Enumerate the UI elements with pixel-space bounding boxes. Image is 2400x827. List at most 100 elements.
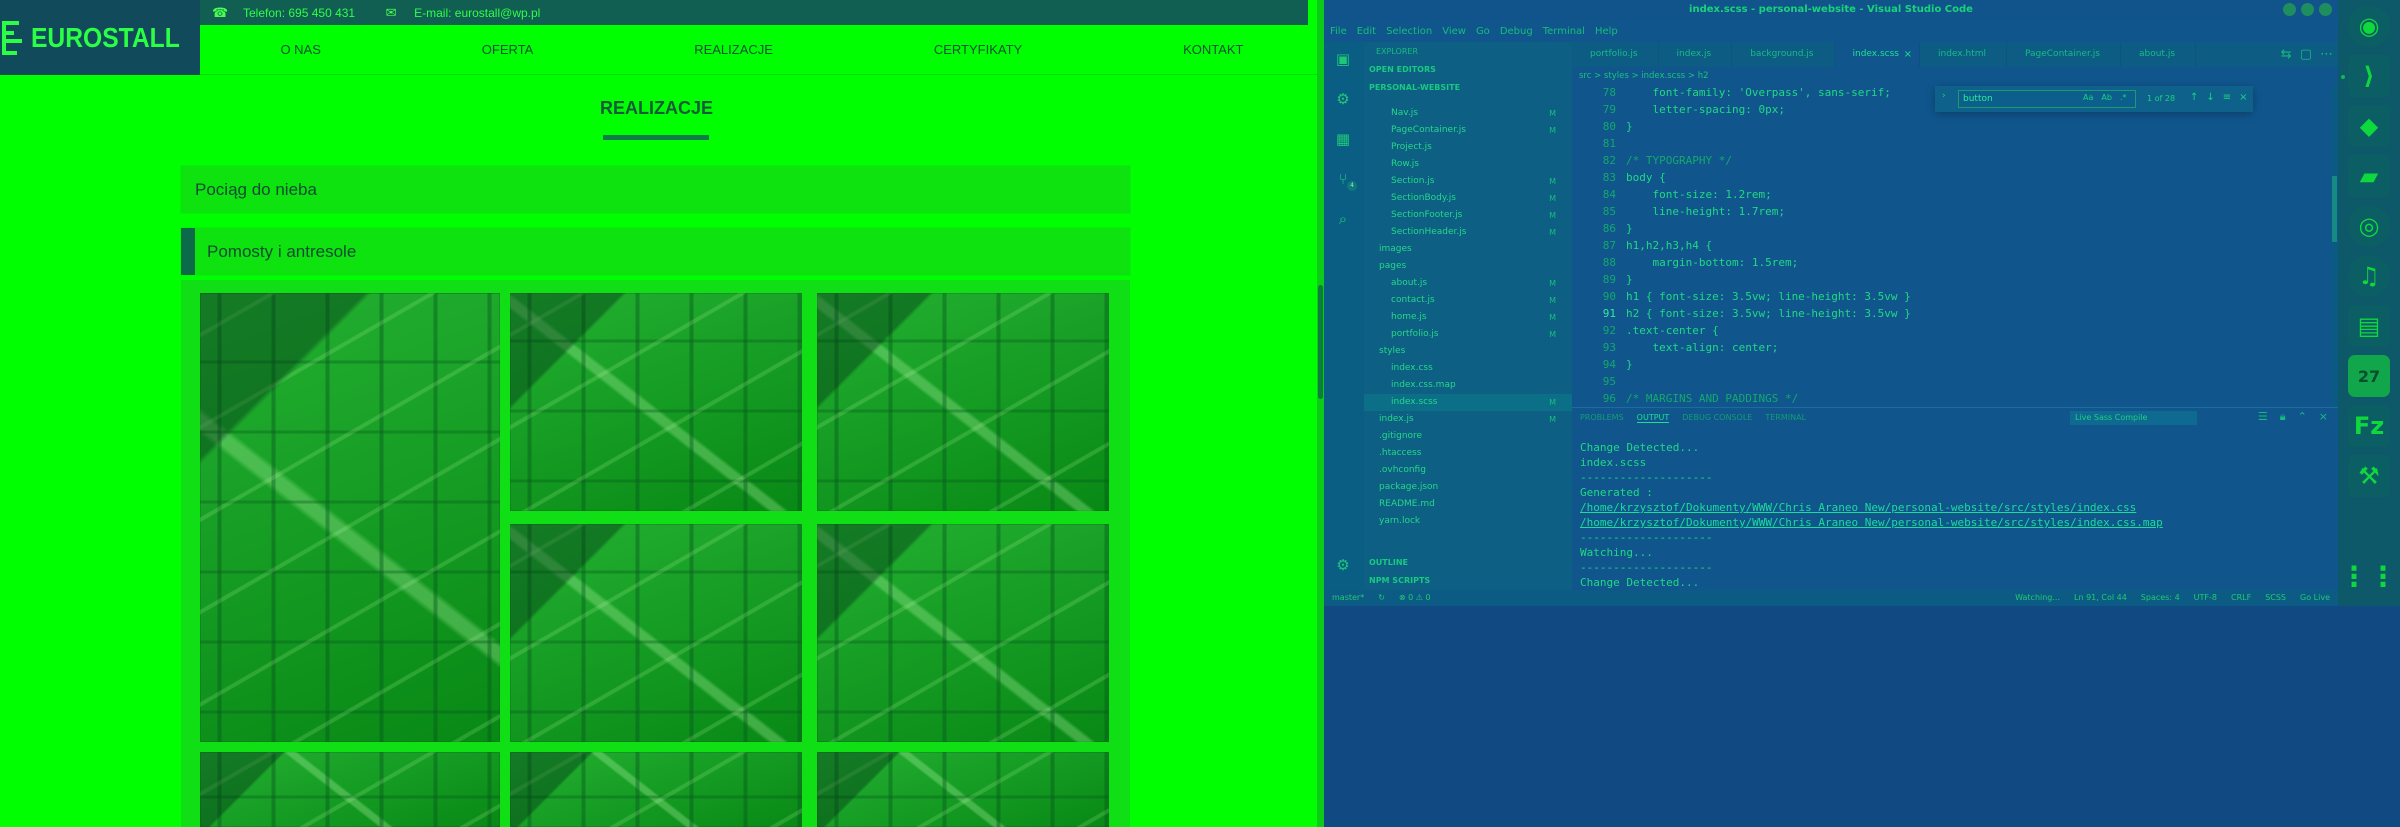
file-tree-item[interactable]: .ovhconfig — [1364, 462, 1572, 479]
maximize-button[interactable] — [2301, 3, 2314, 16]
mezzanine-platform-photo[interactable] — [817, 524, 1109, 742]
split-editor-icon[interactable]: ⇆ — [2281, 47, 2292, 62]
industrial-platform-photo[interactable] — [200, 293, 500, 742]
file-tree-item[interactable]: Project.js — [1364, 139, 1572, 156]
globe-icon[interactable]: ◎ — [2348, 205, 2390, 247]
file-tree-item[interactable]: Row.js — [1364, 156, 1572, 173]
editor-tab[interactable]: index.js — [1659, 42, 1733, 67]
eurostall-logo[interactable]: EUROSTALL — [0, 0, 200, 75]
menu-go[interactable]: Go — [1476, 26, 1490, 37]
close-find-icon[interactable]: × — [2239, 92, 2247, 103]
search-icon[interactable]: ⚙ — [1332, 88, 1354, 110]
chrome-icon[interactable]: ◉ — [2348, 5, 2390, 47]
nav-certyfikaty[interactable]: CERTYFIKATY — [926, 32, 1030, 67]
language-status[interactable]: SCSS — [2265, 590, 2286, 606]
file-tree-item[interactable]: images — [1364, 241, 1572, 258]
source-control-icon[interactable]: ⑂ 4 — [1332, 168, 1357, 191]
next-match-icon[interactable]: ↓ — [2206, 92, 2214, 103]
menu-view[interactable]: View — [1442, 26, 1466, 37]
file-tree-item[interactable]: .gitignore — [1364, 428, 1572, 445]
breadcrumb[interactable]: src > styles > index.scss > h2 — [1579, 68, 1979, 84]
menu-debug[interactable]: Debug — [1500, 26, 1533, 37]
editor-tab[interactable]: portfolio.js — [1572, 42, 1659, 67]
industrial-ceiling-photo[interactable] — [200, 752, 500, 827]
file-tree-item[interactable]: portfolio.js M — [1364, 326, 1572, 343]
code-editor[interactable]: 78 font-family: 'Overpass', sans-serif; 7… — [1572, 84, 2338, 407]
file-tree-item[interactable]: home.js M — [1364, 309, 1572, 326]
editor-tab[interactable]: index.scss × — [1834, 42, 1920, 67]
filezilla-icon[interactable]: Fz — [2348, 405, 2390, 447]
file-tree-item[interactable]: PageContainer.js M — [1364, 122, 1572, 139]
file-tree-item[interactable]: Section.js M — [1364, 173, 1572, 190]
tab-problems[interactable]: PROBLEMS — [1580, 413, 1624, 423]
cursor-position[interactable]: Ln 91, Col 44 — [2074, 590, 2127, 606]
file-tree-item[interactable]: SectionFooter.js M — [1364, 207, 1572, 224]
nav-o-nas[interactable]: O NAS — [272, 32, 328, 67]
accordion-pociag-do-nieba[interactable]: Pociąg do nieba — [181, 166, 1130, 213]
explorer-icon[interactable]: ▣ — [1332, 48, 1354, 70]
git-branch-status[interactable]: master* — [1332, 590, 1364, 606]
npm-scripts-section[interactable]: NPM SCRIPTS — [1364, 572, 1572, 590]
file-tree-item[interactable]: index.scss M — [1364, 394, 1572, 411]
output-channel-select[interactable]: Live Sass Compile — [2070, 411, 2197, 425]
file-tree-item[interactable]: about.js M — [1364, 275, 1572, 292]
sync-icon[interactable]: ↻ — [1378, 590, 1385, 606]
more-actions-icon[interactable]: ⋯ — [2320, 47, 2333, 62]
menu-edit[interactable]: Edit — [1357, 26, 1376, 37]
machine-hall-photo[interactable] — [817, 752, 1109, 827]
minimize-button[interactable] — [2283, 3, 2296, 16]
file-tree-item[interactable]: index.js M — [1364, 411, 1572, 428]
sass-watching-status[interactable]: Watching... — [2015, 590, 2060, 606]
file-tree-item[interactable]: Nav.js M — [1364, 105, 1572, 122]
project-section[interactable]: PERSONAL-WEBSITE — [1364, 79, 1572, 97]
tools-icon[interactable]: ⚒ — [2348, 455, 2390, 497]
file-tree-item[interactable]: pages — [1364, 258, 1572, 275]
industrial-structure-photo[interactable] — [510, 293, 802, 511]
website-scrollbar[interactable] — [1317, 0, 1324, 827]
regex-icon[interactable]: .* — [2120, 93, 2127, 102]
accordion-pomosty-i-antresole[interactable]: Pomosty i antresole — [181, 228, 1130, 275]
file-tree-item[interactable]: index.css — [1364, 360, 1572, 377]
lock-output-icon[interactable]: 🔒︎ — [2280, 410, 2286, 424]
whole-word-icon[interactable]: Ab — [2101, 93, 2112, 102]
editor-tab[interactable]: background.js — [1732, 42, 1835, 67]
file-tree-item[interactable]: yarn.lock — [1364, 513, 1572, 530]
file-tree-item[interactable]: .htaccess — [1364, 445, 1572, 462]
match-case-icon[interactable]: Aa — [2083, 93, 2093, 102]
file-tree-item[interactable]: SectionHeader.js M — [1364, 224, 1572, 241]
menu-file[interactable]: File — [1330, 26, 1347, 37]
close-panel-icon[interactable]: × — [2319, 410, 2328, 424]
nav-oferta[interactable]: OFERTA — [474, 32, 542, 67]
go-live-status[interactable]: Go Live — [2300, 590, 2330, 606]
warehouse-machinery-photo[interactable] — [817, 293, 1109, 511]
file-tree-item[interactable]: SectionBody.js M — [1364, 190, 1572, 207]
file-tree-item[interactable]: README.md — [1364, 496, 1572, 513]
tab-output[interactable]: OUTPUT — [1636, 413, 1670, 423]
output-file-link[interactable]: /home/krzysztof/Dokumenty/WWW/Chris Aran… — [1580, 500, 2320, 515]
find-expand-icon[interactable]: › — [1942, 91, 1946, 101]
vscode-icon[interactable]: ⟩ — [2348, 55, 2390, 97]
staircase-platform-photo[interactable] — [510, 524, 802, 742]
apps-grid-icon[interactable]: ⋮⋮ — [2340, 555, 2397, 597]
editor-tab[interactable]: about.js — [2121, 42, 2197, 67]
close-tab-icon[interactable]: × — [1904, 42, 1912, 67]
files-icon[interactable]: ▰ — [2348, 155, 2390, 197]
previous-match-icon[interactable]: ↑ — [2190, 92, 2198, 103]
indentation-status[interactable]: Spaces: 4 — [2141, 590, 2180, 606]
menu-selection[interactable]: Selection — [1386, 26, 1432, 37]
file-tree-item[interactable]: index.css.map — [1364, 377, 1572, 394]
problems-status[interactable]: ⊗ 0 ⚠ 0 — [1399, 590, 1431, 606]
editor-tab[interactable]: PageContainer.js — [2007, 42, 2121, 67]
file-tree-item[interactable]: styles — [1364, 343, 1572, 360]
debug-icon[interactable]: ⌕ — [1332, 208, 1354, 230]
line-ending-status[interactable]: CRLF — [2231, 590, 2251, 606]
calendar-icon[interactable]: 27 — [2348, 355, 2390, 397]
output-log[interactable]: Change Detected... index.scss ------------… — [1580, 440, 2320, 590]
output-file-link[interactable]: /home/krzysztof/Dokumenty/WWW/Chris Aran… — [1580, 515, 2320, 530]
nav-kontakt[interactable]: KONTAKT — [1175, 32, 1251, 67]
email-contact[interactable]: ✉ E-mail: eurostall@wp.pl — [383, 5, 541, 21]
toggle-panel-icon[interactable]: ▢ — [2300, 47, 2312, 62]
find-in-selection-icon[interactable]: ≡ — [2223, 92, 2231, 103]
file-tree-item[interactable]: package.json — [1364, 479, 1572, 496]
phone-contact[interactable]: ☎ Telefon: 695 450 431 — [212, 5, 355, 21]
